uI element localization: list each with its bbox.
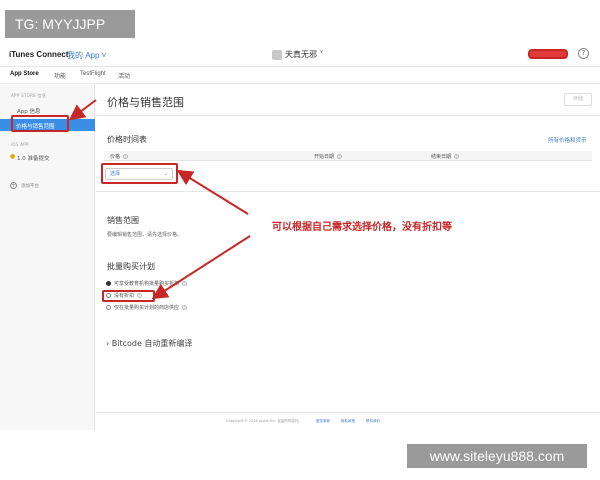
annotation-text: 可以根据自己需求选择价格，没有折扣等 (272, 222, 452, 233)
highlight-box-price-select (101, 163, 178, 184)
my-apps-menu[interactable]: 我的 App ˅ (67, 50, 106, 61)
price-table-header: 价格? 开始日期? 结束日期? (104, 151, 592, 161)
sidebar-section-ios-app: iOS APP (11, 142, 29, 147)
app-name: 天真无邪 ˅ (285, 50, 324, 59)
availability-description: 要编辑销售范围，请先选择价格。 (107, 232, 183, 238)
watermark-top: TG: MYYJJPP (5, 10, 135, 38)
sidebar-add-platform[interactable]: 添加平台 (21, 183, 39, 189)
app-icon (272, 49, 282, 60)
radio-button[interactable] (106, 305, 111, 310)
highlight-box-sidebar (11, 115, 69, 132)
help-icon: ? (123, 154, 129, 159)
tab-app-store[interactable]: App Store (10, 71, 39, 77)
help-icon[interactable]: ? (578, 48, 589, 59)
footer-privacy-link[interactable]: 隐私政策 (341, 419, 355, 424)
tab-testflight[interactable]: TestFlight (80, 71, 106, 77)
watermark-bottom: www.siteleyu888.com (407, 444, 587, 468)
page: TG: MYYJJPP iTunes Connect 我的 App ˅ 天真无邪… (0, 0, 600, 480)
sidebar: APP STORE 信息 App 信息 价格与销售范围 iOS APP ● 1.… (0, 85, 95, 430)
help-icon: ? (454, 154, 460, 159)
radio-volume-only[interactable]: 仅在批量购买计划的商店供应? (106, 304, 188, 311)
highlight-box-no-discount (102, 290, 155, 302)
column-start-date: 开始日期? (314, 154, 343, 160)
footer-contact-link[interactable]: 联系我们 (366, 419, 380, 424)
tab-bar: App Store 功能 TestFlight 活动 (0, 66, 600, 84)
help-icon: ? (182, 305, 188, 310)
radio-button[interactable] (106, 281, 111, 286)
divider (96, 412, 600, 413)
top-header: iTunes Connect 我的 App ˅ 天真无邪 ˅ ? (0, 44, 600, 66)
main-content: 价格与销售范围 存储 价格时间表 所有价格和货币 价格? 开始日期? 结束日期?… (96, 85, 600, 430)
bitcode-section-toggle[interactable]: › Bitcode 自动重新编译 (106, 338, 192, 349)
brand-logo[interactable]: iTunes Connect (9, 50, 68, 59)
add-icon[interactable]: + (10, 182, 17, 189)
chevron-right-icon: › (106, 339, 110, 348)
footer-terms-link[interactable]: 服务条款 (316, 419, 330, 424)
price-schedule-title: 价格时间表 (107, 135, 147, 144)
help-icon: ? (182, 281, 188, 286)
app-switcher[interactable]: 天真无邪 ˅ (272, 49, 324, 60)
bitcode-label: Bitcode 自动重新编译 (111, 339, 193, 348)
user-account-menu[interactable] (528, 49, 568, 59)
tab-features[interactable]: 功能 (54, 71, 66, 80)
radio-education-discount[interactable]: 可享受教育机构批量购买折扣? (106, 280, 188, 287)
page-title: 价格与销售范围 (107, 96, 184, 109)
help-icon: ? (337, 154, 343, 159)
all-prices-link[interactable]: 所有价格和货币 (548, 136, 587, 144)
divider (96, 191, 600, 192)
save-button[interactable]: 存储 (564, 93, 592, 106)
sidebar-item-app-info[interactable]: App 信息 (17, 107, 41, 115)
column-price: 价格? (110, 154, 129, 160)
volume-purchase-title: 批量购买计划 (107, 262, 155, 271)
divider (96, 115, 600, 116)
footer-copyright: Copyright © 2016 Apple Inc. 保留所有权利。 (226, 419, 302, 423)
sidebar-section-app-store: APP STORE 信息 (11, 93, 47, 98)
column-end-date: 结束日期? (431, 154, 460, 160)
sidebar-item-version[interactable]: 1.0 准备提交 (17, 154, 50, 162)
tab-activity[interactable]: 活动 (118, 71, 130, 80)
status-dot-icon: ● (10, 153, 16, 160)
availability-title: 销售范围 (107, 216, 139, 225)
